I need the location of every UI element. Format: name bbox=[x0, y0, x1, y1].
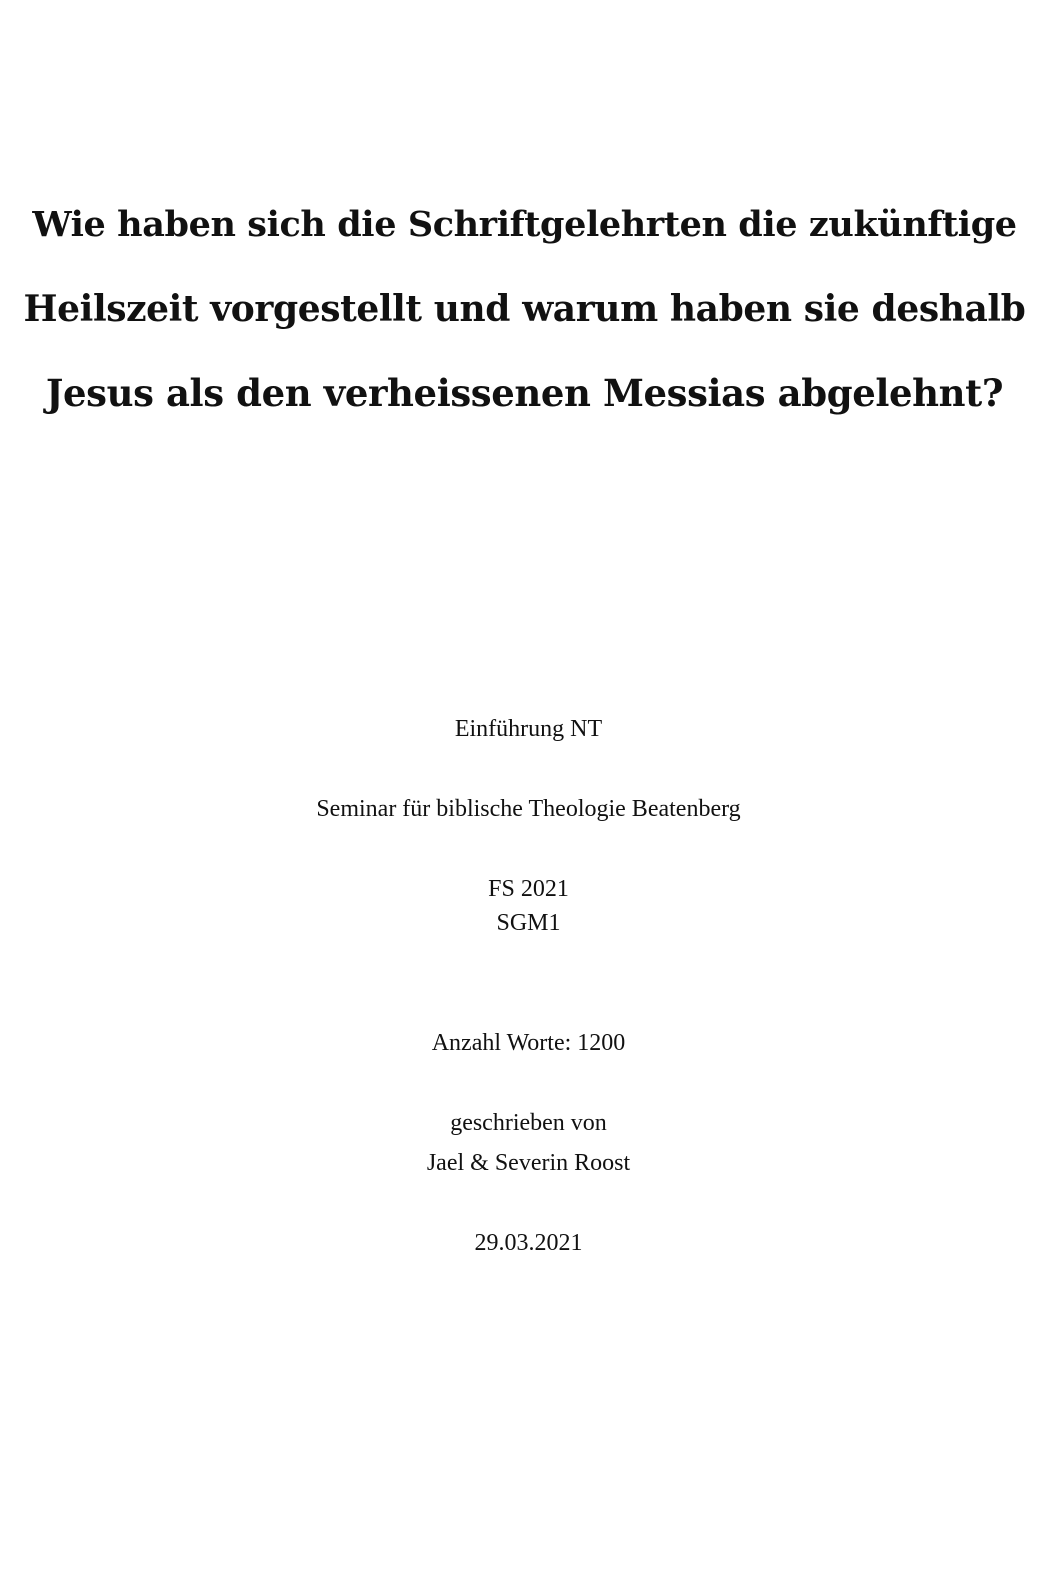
document-title-line-3: Jesus als den verheissenen Messias abgel… bbox=[45, 371, 1004, 415]
submission-date: 29.03.2021 bbox=[474, 1230, 583, 1256]
author-byline: geschrieben von bbox=[450, 1110, 607, 1136]
title-page: Wie haben sich die Schriftgelehrten die … bbox=[0, 0, 1049, 1571]
author-names: Jael & Severin Roost bbox=[426, 1150, 631, 1176]
course-name: Einführung NT bbox=[454, 716, 603, 742]
class-group: SGM1 bbox=[496, 910, 561, 936]
document-title-line-2: Heilszeit vorgestellt und warum haben si… bbox=[23, 288, 1026, 330]
word-count: Anzahl Worte: 1200 bbox=[431, 1030, 626, 1056]
document-title-line-1: Wie haben sich die Schriftgelehrten die … bbox=[32, 204, 1017, 245]
semester: FS 2021 bbox=[488, 876, 569, 902]
institution-name: Seminar für biblische Theologie Beatenbe… bbox=[316, 796, 741, 822]
